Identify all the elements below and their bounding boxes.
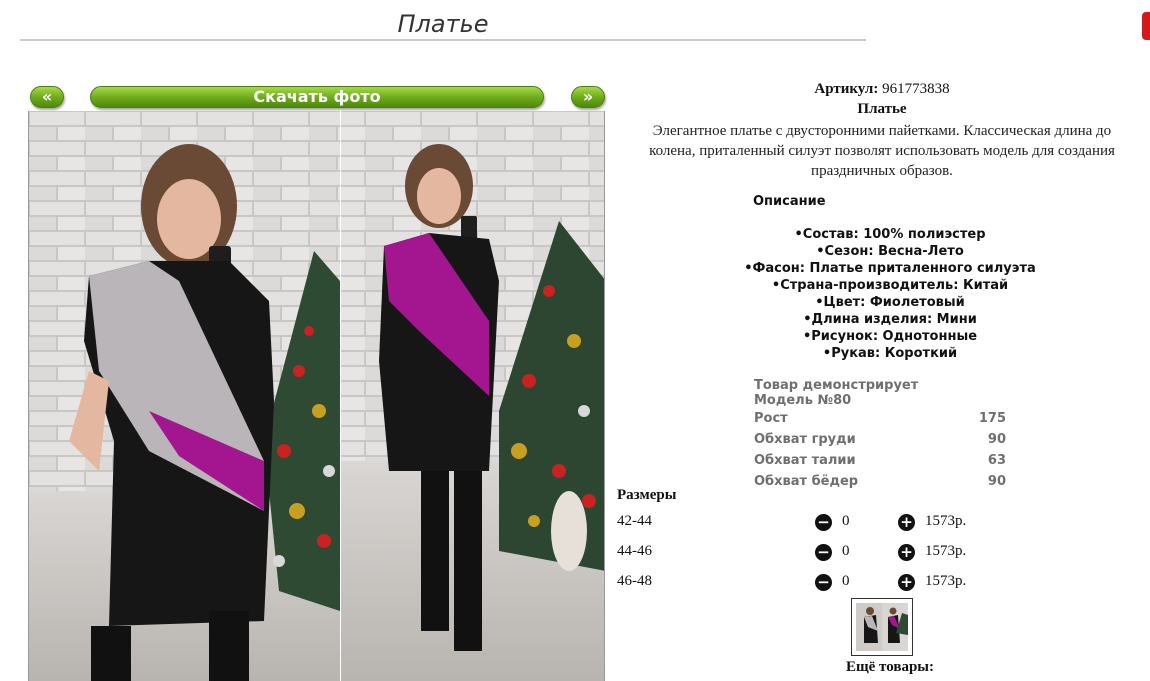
sizes-heading: Размеры [617,487,677,503]
page-title: Платье [20,8,866,41]
minus-icon[interactable]: − [815,574,832,591]
product-photo[interactable] [28,111,605,681]
size-row: 44-46 − 0 + 1573р. [617,543,1017,563]
size-row: 46-48 − 0 + 1573р. [617,573,1017,593]
size-price: 1573р. [925,573,967,589]
property-item: Длина изделия: Мини [720,311,1060,328]
model-measurements-table: Товар демонстрирует Модель №80 Рост 175 … [752,378,1008,492]
download-photo-button[interactable]: Скачать фото [90,86,544,108]
property-item: Цвет: Фиолетовый [720,294,1060,311]
property-item: Страна-производитель: Китай [720,277,1060,294]
article-line: Артикул: 961773838 [622,81,1142,98]
model-value: 175 [978,411,1006,426]
model-label: Обхват груди [754,432,856,447]
size-row: 42-44 − 0 + 1573р. [617,513,1017,533]
model-value: 90 [987,474,1006,489]
model-row: Рост 175 [752,408,1008,429]
property-item: Рисунок: Однотонные [720,328,1060,345]
minus-icon[interactable]: − [815,514,832,531]
property-list: Состав: 100% полиэстер Сезон: Весна-Лето… [720,226,1060,362]
model-label: Обхват талии [754,453,856,468]
article-value: 961773838 [882,81,950,97]
thumbnail-image [856,603,908,651]
product-thumbnail[interactable] [851,598,913,656]
plus-icon[interactable]: + [898,544,915,561]
model-value: 90 [987,432,1006,447]
plus-icon[interactable]: + [898,514,915,531]
size-price: 1573р. [925,543,967,559]
size-label: 46-48 [617,573,652,589]
plus-icon[interactable]: + [898,574,915,591]
model-row: Товар демонстрирует Модель №80 [752,378,1008,408]
size-label: 42-44 [617,513,652,529]
description-heading: Описание [753,194,826,209]
model-value [977,378,1008,408]
model-label: Рост [754,411,788,426]
article-label: Артикул: [814,81,879,97]
product-photo-image [29,111,604,681]
property-item: Рукав: Короткий [720,345,1060,362]
product-description: Элегантное платье с двусторонними пайетк… [649,123,1115,179]
property-item: Состав: 100% полиэстер [720,226,1060,243]
model-label: Обхват бёдер [754,474,859,489]
prev-photo-button[interactable]: « [30,86,64,108]
next-photo-button[interactable]: » [571,86,605,108]
more-products-title: Ещё товары: [845,659,935,675]
corner-marker [1142,12,1150,40]
size-price: 1573р. [925,513,967,529]
quantity-value: 0 [842,573,850,589]
model-label: Товар демонстрирует Модель №80 [754,378,919,408]
model-row: Обхват талии 63 [752,450,1008,471]
model-row: Обхват груди 90 [752,429,1008,450]
minus-icon[interactable]: − [815,544,832,561]
model-row: Обхват бёдер 90 [752,471,1008,492]
model-value: 63 [987,453,1006,468]
product-name: Платье [857,101,907,117]
property-item: Сезон: Весна-Лето [720,243,1060,260]
quantity-value: 0 [842,543,850,559]
property-item: Фасон: Платье приталенного силуэта [720,260,1060,277]
quantity-value: 0 [842,513,850,529]
size-label: 44-46 [617,543,652,559]
